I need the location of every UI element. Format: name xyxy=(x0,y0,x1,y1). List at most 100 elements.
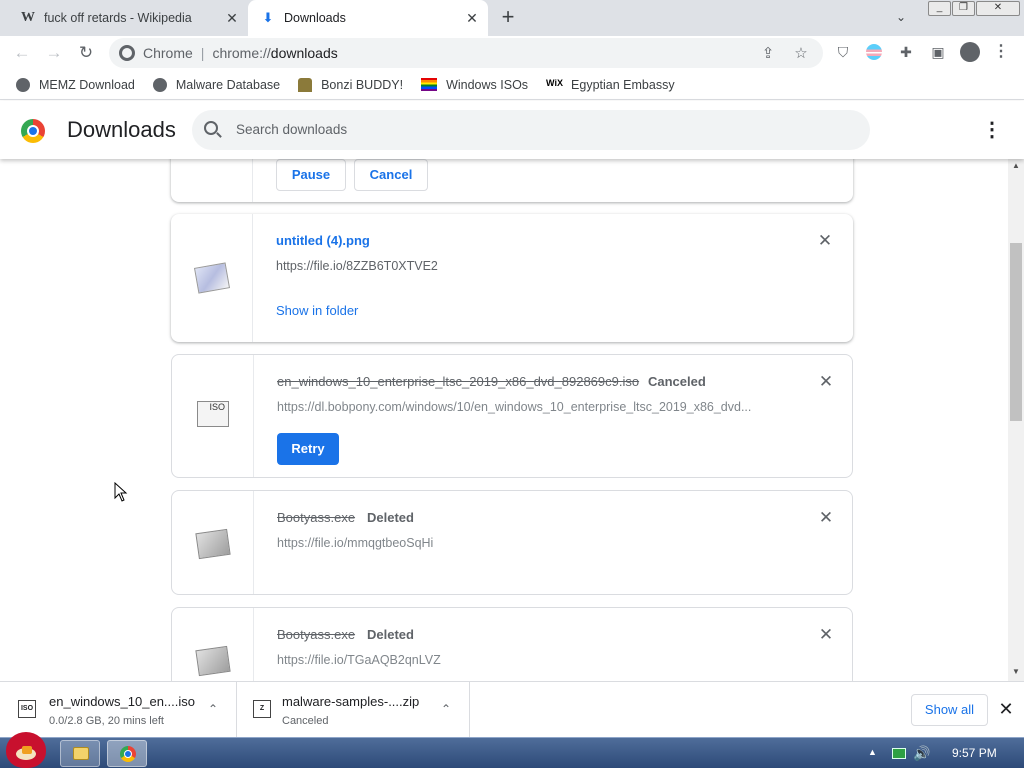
globe-icon xyxy=(16,77,30,92)
reload-icon[interactable]: ↻ xyxy=(75,42,97,64)
downloads-header: Downloads Search downloads ⋮ xyxy=(0,101,1024,159)
download-card: untitled (4).png https://file.io/8ZZB6T0… xyxy=(171,214,853,342)
bookmark-label: Bonzi BUDDY! xyxy=(321,77,404,92)
cancel-button[interactable]: Cancel xyxy=(354,159,428,191)
pause-button[interactable]: Pause xyxy=(276,159,346,191)
tab-search-chevron-icon[interactable]: ⌄ xyxy=(896,10,914,26)
shelf-item-name: malware-samples-....zip xyxy=(282,694,420,709)
iso-file-icon: ISO xyxy=(197,401,229,427)
search-downloads-input[interactable]: Search downloads xyxy=(192,110,870,150)
remove-item-icon[interactable]: ✕ xyxy=(818,626,834,643)
icon-column xyxy=(171,214,253,342)
extensions-puzzle-icon[interactable]: ✚ xyxy=(897,43,915,61)
icon-column xyxy=(172,491,254,594)
close-tab-icon[interactable]: ✕ xyxy=(224,10,240,26)
shelf-item-name: en_windows_10_en....iso xyxy=(49,694,195,709)
restore-button[interactable]: ❐ xyxy=(952,1,975,16)
png-file-icon xyxy=(193,262,231,294)
file-url[interactable]: https://file.io/8ZZB6T0XTVE2 xyxy=(276,259,438,273)
bookmark-windows-isos[interactable]: Windows ISOs xyxy=(421,78,528,92)
icon-column: ISO xyxy=(172,355,254,477)
status-label: Deleted xyxy=(367,510,414,525)
remove-item-icon[interactable]: ✕ xyxy=(818,373,834,390)
iso-file-icon: ISO xyxy=(18,700,36,718)
zip-file-icon: Z xyxy=(253,700,271,718)
wikipedia-icon: W xyxy=(21,10,35,25)
new-tab-button[interactable]: + xyxy=(498,6,518,28)
omnibox-scheme-label: Chrome xyxy=(143,45,193,61)
bookmark-label: Malware Database xyxy=(175,77,281,92)
address-bar[interactable]: Chrome | chrome://downloads ⇪ ☆ xyxy=(109,38,823,68)
share-icon[interactable]: ⇪ xyxy=(759,45,777,63)
show-all-button[interactable]: Show all xyxy=(911,694,988,726)
page-scrollbar[interactable]: ▲ ▼ xyxy=(1008,159,1024,681)
chrome-logo-icon xyxy=(21,119,45,143)
mouse-cursor-icon xyxy=(114,482,128,502)
chrome-page-icon xyxy=(119,45,135,61)
bookmark-star-icon[interactable]: ☆ xyxy=(792,45,810,63)
volume-icon[interactable]: 🔊 xyxy=(913,745,931,762)
forward-arrow-icon[interactable]: → xyxy=(43,42,65,64)
status-label: Canceled xyxy=(648,374,706,389)
chevron-up-icon[interactable]: ⌃ xyxy=(206,702,220,716)
download-shelf: ISO en_windows_10_en....iso 0.0/2.8 GB, … xyxy=(0,681,1024,738)
file-name-link[interactable]: untitled (4).png xyxy=(276,233,370,248)
chrome-menu-icon[interactable]: ⋮ xyxy=(992,43,1010,61)
file-name: Bootyass.exe xyxy=(277,510,356,525)
scrollbar-thumb[interactable] xyxy=(1010,243,1022,421)
bookmark-label: MEMZ Download xyxy=(39,77,135,92)
file-name: Bootyass.exe xyxy=(277,627,356,642)
retry-button[interactable]: Retry xyxy=(277,433,339,465)
scroll-down-icon[interactable]: ▼ xyxy=(1012,667,1020,676)
folder-icon xyxy=(73,747,89,760)
scroll-up-icon[interactable]: ▲ xyxy=(1012,161,1020,170)
network-icon[interactable] xyxy=(892,748,906,759)
shelf-item-progress: 0.0/2.8 GB, 20 mins left xyxy=(49,715,164,727)
close-shelf-icon[interactable]: ✕ xyxy=(998,700,1014,718)
tab-downloads[interactable]: ⬇ Downloads ✕ xyxy=(248,0,488,36)
bookmark-bonzi-buddy[interactable]: Bonzi BUDDY! xyxy=(298,77,404,92)
more-actions-icon[interactable]: ⋮ xyxy=(982,119,1002,143)
start-button-angry-bird-icon[interactable] xyxy=(0,730,52,770)
download-icon: ⬇ xyxy=(262,10,274,25)
minimize-button[interactable]: _ xyxy=(928,1,951,16)
show-in-folder-link[interactable]: Show in folder xyxy=(276,303,358,318)
profile-avatar-icon[interactable] xyxy=(960,42,980,62)
omnibox-url: chrome://downloads xyxy=(212,45,338,61)
shelf-item-zip[interactable]: Z malware-samples-....zip Canceled ⌃ xyxy=(237,682,470,738)
icon-column xyxy=(172,608,254,681)
bookmark-label: Egyptian Embassy xyxy=(571,77,675,92)
chevron-up-icon[interactable]: ⌃ xyxy=(439,702,453,716)
file-url[interactable]: https://dl.bobpony.com/windows/10/en_win… xyxy=(277,400,751,414)
tray-expand-icon[interactable]: ▲ xyxy=(868,747,880,757)
close-tab-icon[interactable]: ✕ xyxy=(464,10,480,26)
remove-item-icon[interactable]: ✕ xyxy=(818,509,834,526)
tab-wikipedia[interactable]: W fuck off retards - Wikipedia ✕ xyxy=(8,0,248,36)
taskbar-explorer-button[interactable] xyxy=(60,740,100,767)
download-card: ISO en_windows_10_enterprise_ltsc_2019_x… xyxy=(171,354,853,478)
omnibox-separator: | xyxy=(200,45,205,61)
exe-file-icon xyxy=(195,645,231,677)
search-icon xyxy=(204,121,218,135)
icon-column xyxy=(171,159,253,202)
exe-file-icon xyxy=(195,528,231,560)
bookmark-malware-database[interactable]: Malware Database xyxy=(152,77,281,92)
file-url[interactable]: https://file.io/mmqgtbeoSqHi xyxy=(277,536,433,550)
bookmarks-bar: MEMZ Download Malware Database Bonzi BUD… xyxy=(0,70,1024,100)
window-close-button[interactable]: ✕ xyxy=(976,1,1020,16)
back-arrow-icon[interactable]: ← xyxy=(11,42,33,64)
file-url[interactable]: https://file.io/TGaAQB2qnLVZ xyxy=(277,653,441,667)
taskbar-chrome-button[interactable] xyxy=(107,740,147,767)
download-card: Bootyass.exe Deleted https://file.io/TGa… xyxy=(171,607,853,681)
bookmark-label: Windows ISOs xyxy=(446,77,529,92)
downloads-list: Pause Cancel untitled (4).png https://fi… xyxy=(0,159,1008,681)
trans-flag-extension-icon[interactable] xyxy=(865,43,883,61)
bookmark-egyptian-embassy[interactable]: WiX Egyptian Embassy xyxy=(546,78,675,92)
bookmark-memz[interactable]: MEMZ Download xyxy=(16,77,135,92)
remove-item-icon[interactable]: ✕ xyxy=(817,232,833,249)
page-title: Downloads xyxy=(67,117,176,142)
side-panel-icon[interactable]: ▣ xyxy=(929,43,947,61)
taskbar-clock[interactable]: 9:57 PM xyxy=(952,746,997,760)
ublock-shield-icon[interactable]: ⛉ xyxy=(834,43,852,61)
windows-taskbar: ▲ 🔊 9:57 PM xyxy=(0,732,1024,768)
